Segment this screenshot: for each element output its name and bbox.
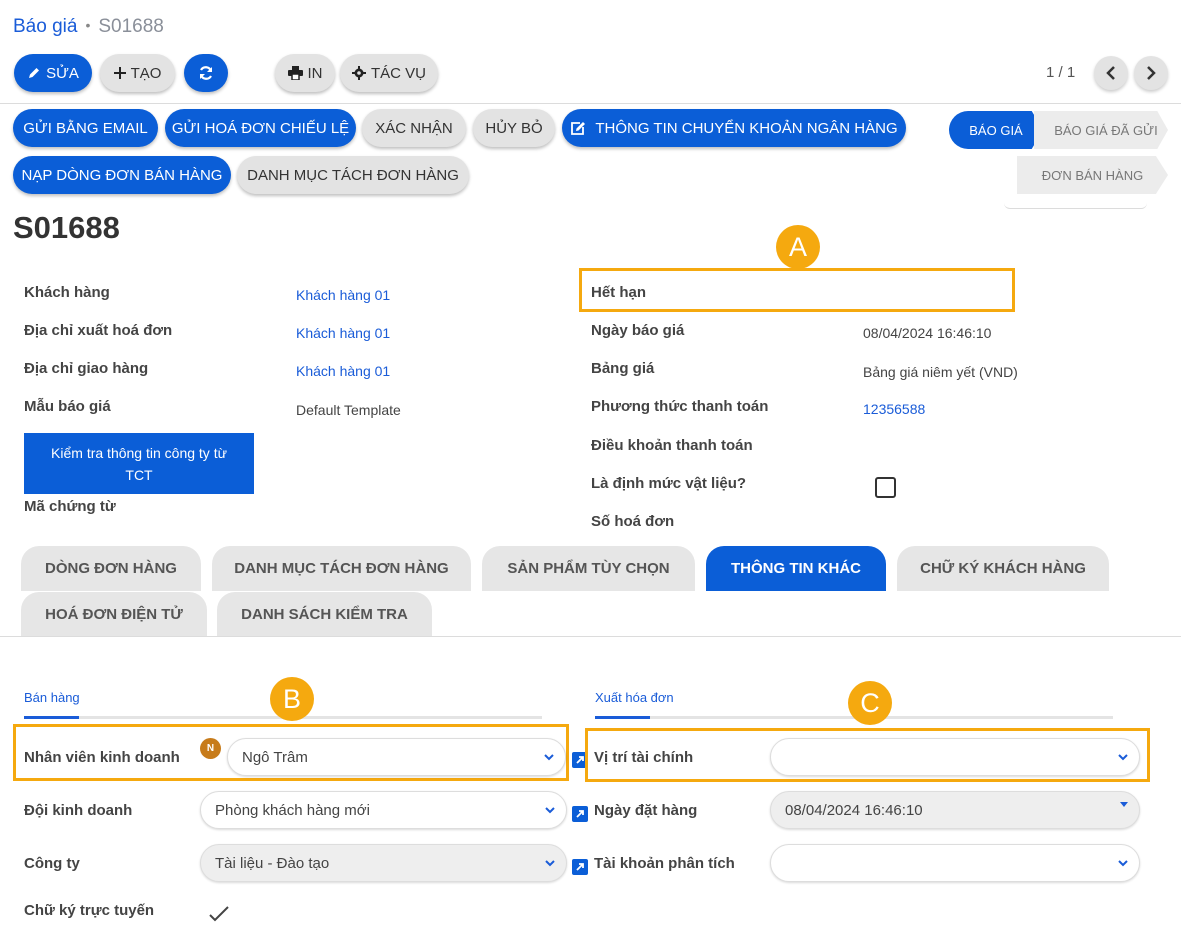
edit-label: SỬA [46,64,79,82]
fiscal-position-select[interactable] [770,738,1140,776]
quote-template-value[interactable]: Default Template [296,402,401,418]
analytic-account-label: Tài khoản phân tích [594,855,735,872]
load-sales-lines-button[interactable]: NẠP DÒNG ĐƠN BÁN HÀNG [13,156,231,194]
edit-square-icon [571,121,586,135]
bom-checkbox[interactable] [875,477,896,498]
refresh-button[interactable] [184,54,228,92]
confirm-button[interactable]: XÁC NHẬN [362,109,466,147]
company-external-link-icon[interactable] [572,859,588,875]
tab-optional-products[interactable]: SẢN PHẨM TÙY CHỌN [482,546,695,591]
breadcrumb: Báo giá • S01688 [13,16,164,38]
chevron-left-icon [1106,66,1115,80]
status-quotation[interactable]: BÁO GIÁ [949,111,1043,149]
tab-checklist[interactable]: DANH SÁCH KIỂM TRA [217,592,432,637]
order-date-label: Ngày đặt hàng [594,802,698,819]
split-order-list-button[interactable]: DANH MỤC TÁCH ĐƠN HÀNG [237,156,469,194]
marker-b: B [270,677,314,721]
document-code-label: Mã chứng từ [24,498,116,515]
tab-customer-signature[interactable]: CHỮ KÝ KHÁCH HÀNG [897,546,1109,591]
company-label: Công ty [24,855,80,872]
cancel-button[interactable]: HỦY BỎ [473,109,555,147]
chevron-down-icon [545,807,555,814]
sales-team-label: Đội kinh doanh [24,802,133,819]
delivery-address-label: Địa chỉ giao hàng [24,360,149,377]
action-label: TÁC VỤ [370,64,426,82]
chevron-down-icon [544,754,554,761]
quote-date-label: Ngày báo giá [591,322,685,339]
plus-icon [113,67,126,79]
sales-section-title: Bán hàng [24,690,80,705]
chevron-down-icon [1118,860,1128,867]
salesperson-select[interactable]: Ngô Trâm [227,738,566,776]
company-select[interactable]: Tài liệu - Đào tạo [200,844,567,882]
invoice-address-value[interactable]: Khách hàng 01 [296,325,390,341]
sales-team-external-link-icon[interactable] [572,806,588,822]
marker-a: A [776,225,820,269]
bank-transfer-info-label: THÔNG TIN CHUYỂN KHOẢN NGÂN HÀNG [595,119,898,137]
status-quotation-sent[interactable]: BÁO GIÁ ĐÃ GỬI [1034,111,1168,149]
payment-method-label: Phương thức thanh toán [591,398,769,415]
customer-label: Khách hàng [24,284,110,301]
salesperson-value: Ngô Trâm [242,748,308,766]
breadcrumb-parent[interactable]: Báo giá [13,16,77,37]
salesperson-label: Nhân viên kinh doanh [24,749,180,766]
status-sales-order[interactable]: ĐƠN BÁN HÀNG [1017,156,1168,194]
invoice-number-label: Số hoá đơn [591,513,675,530]
invoice-address-label: Địa chỉ xuất hoá đơn [24,322,173,339]
analytic-account-select[interactable] [770,844,1140,882]
print-button[interactable]: IN [275,54,335,92]
action-button[interactable]: TÁC VỤ [340,54,438,92]
payment-terms-label: Điều khoản thanh toán [591,437,753,454]
checkmark-icon[interactable] [208,905,230,923]
breadcrumb-separator: • [85,17,91,33]
chevron-down-icon [545,860,555,867]
check-company-info-button[interactable]: Kiểm tra thông tin công ty từ TCT [24,433,254,494]
previous-record-button[interactable] [1094,56,1128,90]
fiscal-position-label: Vị trí tài chính [594,749,694,766]
salesperson-avatar: N [200,738,221,759]
sales-team-value: Phòng khách hàng mới [215,801,370,819]
order-date-input[interactable]: 08/04/2024 16:46:10 [770,791,1140,829]
gear-icon [351,66,366,80]
invoicing-section-title: Xuất hóa đơn [595,690,674,705]
printer-icon [287,66,303,80]
online-signature-label: Chữ ký trực tuyến [24,902,155,919]
toolbar-divider [0,103,1181,104]
pencil-icon [29,68,40,78]
chevron-right-icon [1147,66,1156,80]
company-value: Tài liệu - Đào tạo [215,854,330,872]
quote-template-label: Mẫu báo giá [24,398,111,415]
create-button[interactable]: TẠO [100,54,175,92]
tab-split-order-list[interactable]: DANH MỤC TÁCH ĐƠN HÀNG [212,546,471,591]
delivery-address-value[interactable]: Khách hàng 01 [296,363,390,379]
bom-label: Là định mức vật liệu? [591,475,747,492]
status-bar-edge [1004,203,1147,209]
record-title: S01688 [13,210,120,245]
create-label: TẠO [130,64,162,82]
send-proforma-button[interactable]: GỬI HOÁ ĐƠN CHIẾU LỆ [165,109,356,147]
pager-counter: 1 / 1 [1046,64,1076,81]
tab-order-lines[interactable]: DÒNG ĐƠN HÀNG [21,546,201,591]
pricelist-value[interactable]: Bảng giá niêm yết (VND) [863,364,1018,380]
pricelist-label: Bảng giá [591,360,655,377]
bank-transfer-info-button[interactable]: THÔNG TIN CHUYỂN KHOẢN NGÂN HÀNG [562,109,906,147]
send-email-button[interactable]: GỬI BẰNG EMAIL [13,109,158,147]
expiry-label: Hết hạn [591,284,647,301]
edit-button[interactable]: SỬA [14,54,92,92]
tabs-divider [0,636,1181,637]
refresh-icon [199,66,213,80]
tab-e-invoice[interactable]: HOÁ ĐƠN ĐIỆN TỬ [21,592,207,637]
next-record-button[interactable] [1134,56,1168,90]
customer-value[interactable]: Khách hàng 01 [296,287,390,303]
marker-c: C [848,681,892,725]
caret-down-icon [1120,802,1128,807]
quote-date-value[interactable]: 08/04/2024 16:46:10 [863,325,991,341]
print-label: IN [307,64,323,82]
payment-method-value[interactable]: 12356588 [863,401,925,417]
order-date-value: 08/04/2024 16:46:10 [785,801,923,819]
breadcrumb-current: S01688 [98,16,164,37]
sales-team-select[interactable]: Phòng khách hàng mới [200,791,567,829]
tab-other-info[interactable]: THÔNG TIN KHÁC [706,546,886,591]
chevron-down-icon [1118,754,1128,761]
